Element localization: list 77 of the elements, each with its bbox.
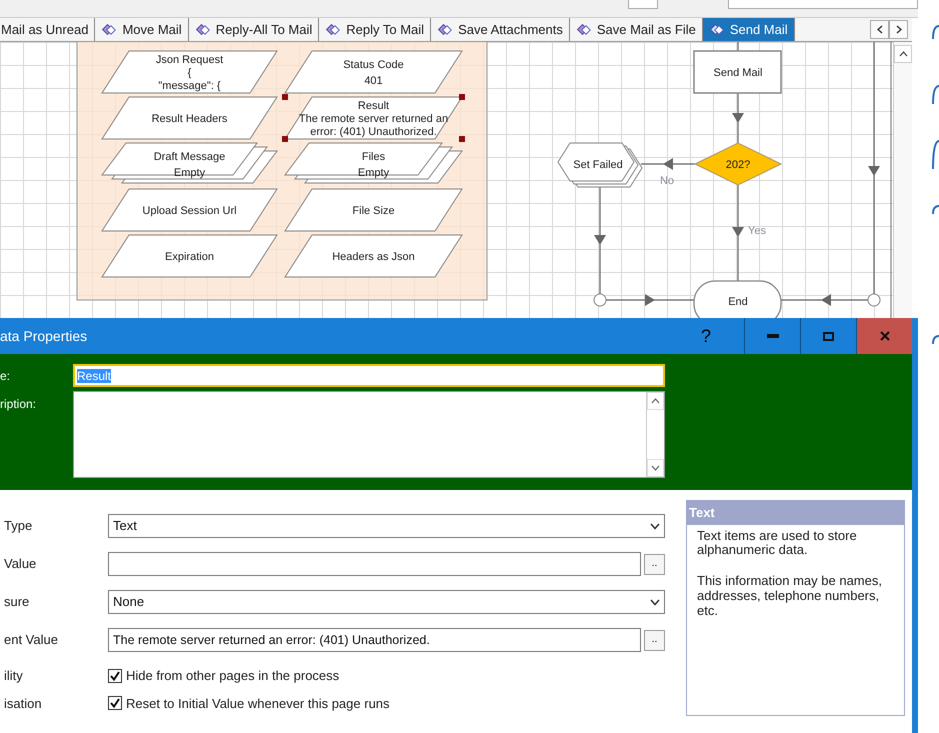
close-icon <box>880 331 890 341</box>
chevron-down-icon <box>651 465 660 471</box>
info-text: Text items are used to store alphanumeric data. <box>697 528 858 558</box>
data-item: Status Code 401 <box>284 50 463 94</box>
field-label: Value <box>3 555 38 574</box>
diamonds-icon <box>437 22 454 36</box>
field-label: ription: <box>0 396 38 413</box>
scroll-right-button[interactable] <box>889 20 908 39</box>
diamonds-icon <box>194 22 211 36</box>
checkbox-label: Reset to Initial Value whenever this page runs <box>126 694 390 713</box>
info-text: This information may be names, addresses, telephone numbers, etc. <box>697 574 883 620</box>
junction-circle <box>594 294 606 306</box>
data-item: Draft Message Empty <box>101 142 278 184</box>
decision-diamond: 202? <box>694 142 782 186</box>
data-item: Result Headers <box>101 96 278 140</box>
field-label: Type <box>3 517 34 536</box>
dialog-title: ata Properties <box>0 326 88 346</box>
data-item: File Size <box>284 188 463 232</box>
diamonds-icon <box>576 22 592 36</box>
info-title: Text <box>687 501 904 524</box>
junction-circle <box>868 294 880 306</box>
help-button[interactable]: ? <box>692 322 720 350</box>
browse-button[interactable]: .. <box>644 554 665 574</box>
data-item: Expiration <box>101 234 278 278</box>
process-step: Send Mail <box>693 50 782 94</box>
browse-button[interactable]: .. <box>644 630 665 650</box>
diamonds-icon <box>708 22 725 36</box>
connector-line <box>641 158 695 170</box>
data-item: Headers as Json <box>284 234 463 278</box>
branch-label: Yes <box>748 225 766 237</box>
toolbar-field[interactable] <box>628 0 658 9</box>
field-label: isation <box>3 694 43 712</box>
cut-off-icon <box>932 85 939 105</box>
data-item: Upload Session Url <box>101 188 278 232</box>
tab[interactable]: Mail as Unread <box>0 18 96 41</box>
data-item: Result The remote server returned an error: (401) Unauthorized. <box>284 96 463 140</box>
tab[interactable]: Send Mail <box>702 18 795 41</box>
field-label: sure <box>3 593 30 612</box>
cut-off-icon <box>932 205 939 215</box>
connector-line <box>732 93 744 143</box>
checkbox[interactable] <box>108 696 122 710</box>
branch-label: No <box>660 175 674 187</box>
text-field[interactable]: The remote server returned an error: (401) Unauthorized. <box>108 628 641 652</box>
data-item: Json Request { "message": { <box>101 50 278 94</box>
chevron-up-icon <box>898 51 908 57</box>
field-label: ent Value <box>3 631 59 650</box>
chevron-left-icon <box>876 25 882 34</box>
diamonds-icon <box>101 22 118 36</box>
field-label: e: <box>0 368 12 384</box>
scroll-down-button[interactable] <box>647 459 664 477</box>
page-stack: Set Failed <box>557 142 643 188</box>
chevron-right-icon <box>896 25 902 34</box>
data-item: Files Empty <box>284 142 463 184</box>
maximize-icon <box>823 332 834 340</box>
dropdown[interactable]: Text <box>108 514 665 538</box>
chevron-up-icon <box>651 398 660 404</box>
check-icon <box>110 698 120 708</box>
field-label: ility <box>3 667 24 685</box>
minimize-icon <box>766 334 778 338</box>
description-field[interactable] <box>73 391 665 478</box>
scroll-left-button[interactable] <box>870 20 889 39</box>
cut-off-icon <box>932 140 939 170</box>
close-button[interactable] <box>856 318 912 354</box>
scroll-up-button[interactable] <box>647 392 664 410</box>
check-icon <box>110 670 120 681</box>
chevron-down-icon <box>650 522 660 530</box>
checkbox[interactable] <box>108 668 122 683</box>
dropdown[interactable]: None <box>108 590 665 614</box>
cut-off-icon <box>932 335 939 345</box>
toolbar-field[interactable] <box>728 0 918 9</box>
diamonds-icon <box>325 22 342 36</box>
scroll-up-button[interactable] <box>894 45 912 63</box>
checkbox-label: Hide from other pages in the process <box>126 667 340 685</box>
end-terminal: End <box>693 280 782 318</box>
text-field[interactable] <box>108 552 641 576</box>
chevron-down-icon <box>650 598 660 606</box>
cut-off-icon <box>932 25 939 40</box>
